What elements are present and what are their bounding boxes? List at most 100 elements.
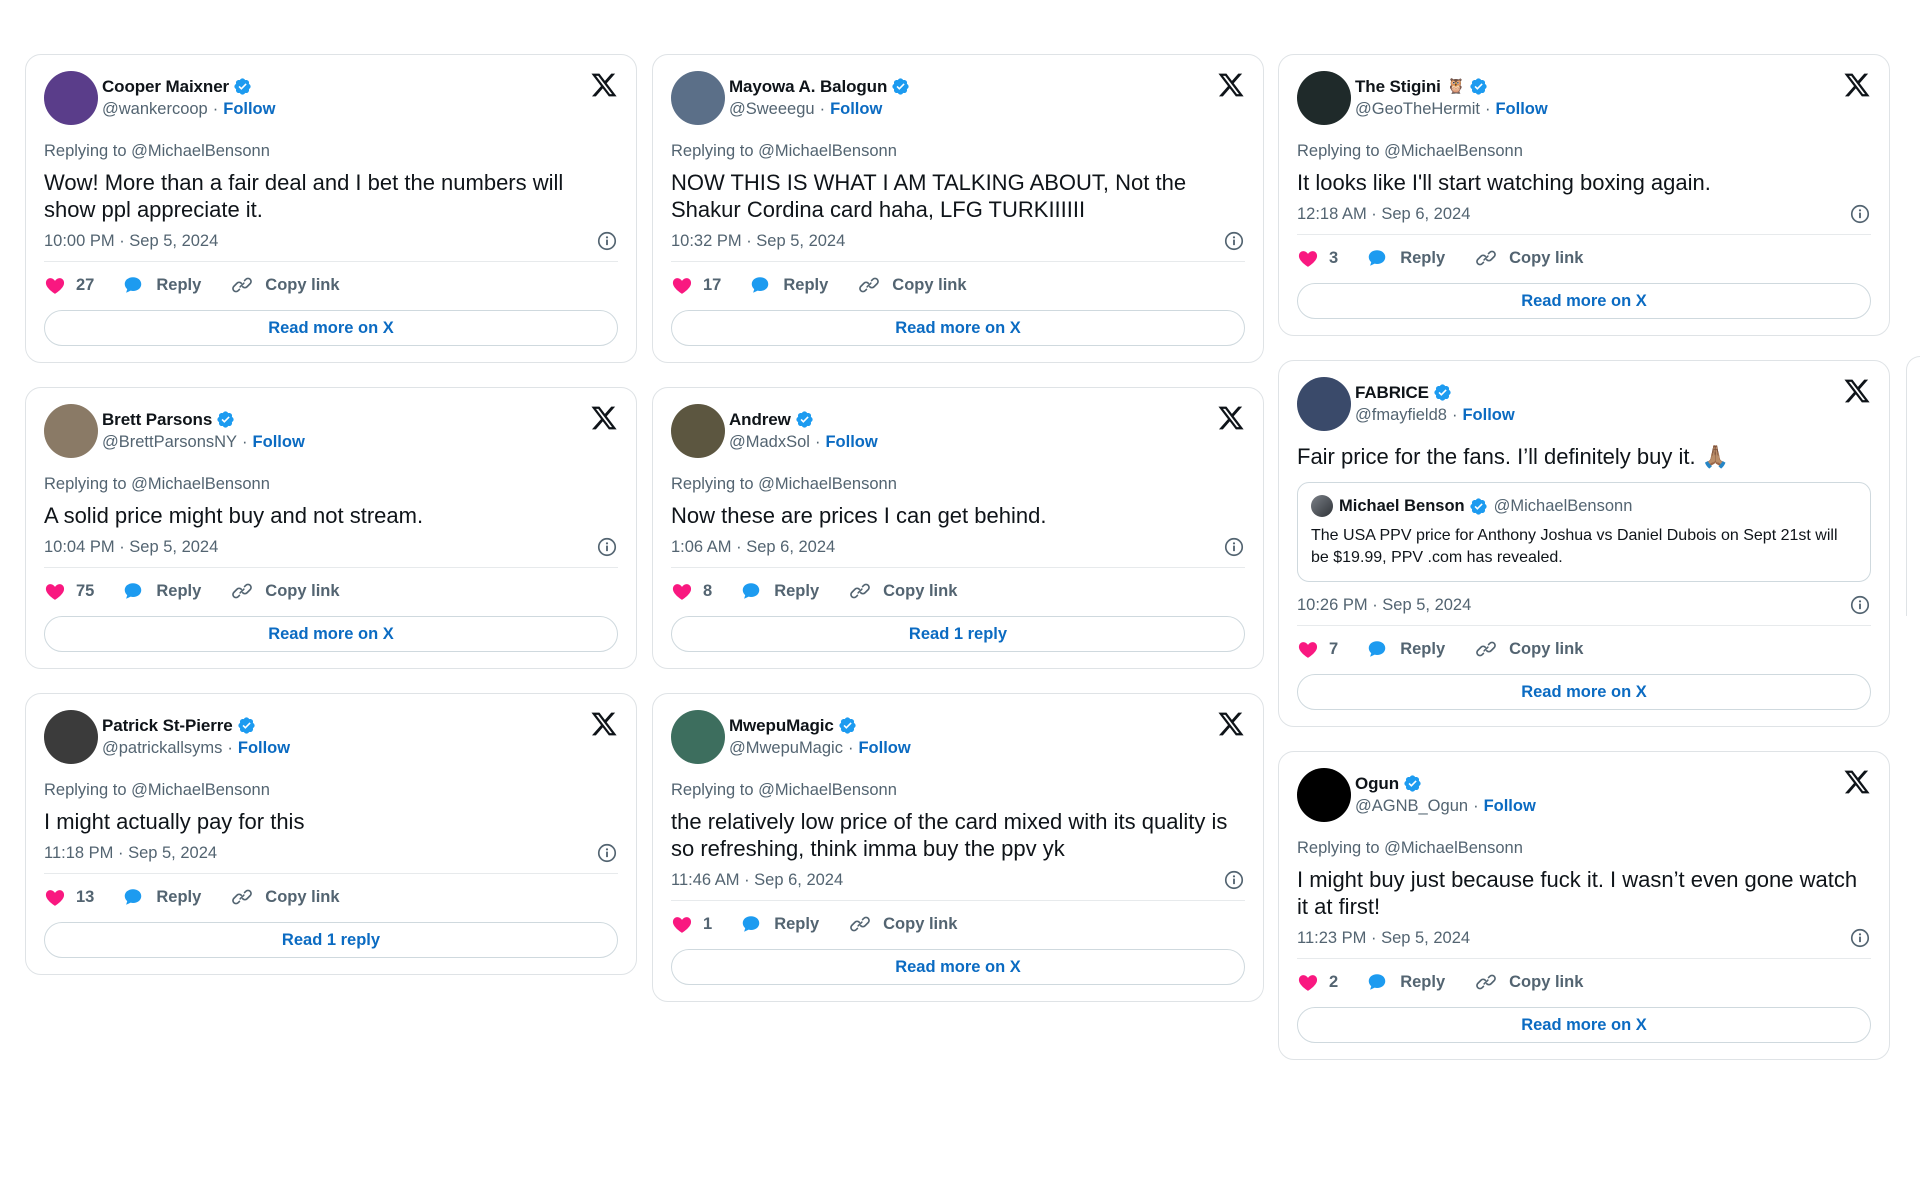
copy-link-button[interactable]: Copy link (1475, 638, 1583, 660)
x-logo-icon[interactable] (590, 710, 618, 738)
copy-link-button[interactable]: Copy link (1475, 971, 1583, 993)
tweet-card[interactable]: Patrick St-Pierre @patrickallsyms · Follow… (25, 693, 637, 975)
tweet-card[interactable]: Ogun @AGNB_Ogun · Follow Replying to @Mich… (1278, 751, 1890, 1060)
replying-to[interactable]: Replying to @MichaelBensonn (44, 780, 618, 800)
replying-to[interactable]: Replying to @MichaelBensonn (1297, 838, 1871, 858)
tweet-card[interactable]: Cooper Maixner @wankercoop · Follow Replyi… (25, 54, 637, 363)
author-name[interactable]: Andrew (729, 408, 791, 431)
author-name[interactable]: Cooper Maixner (102, 75, 229, 98)
x-logo-icon[interactable] (1217, 404, 1245, 432)
x-logo-icon[interactable] (590, 71, 618, 99)
x-logo-icon[interactable] (1843, 377, 1871, 405)
copy-link-button[interactable]: Copy link (1475, 247, 1583, 269)
author-handle[interactable]: @wankercoop (102, 100, 208, 118)
author-name[interactable]: Patrick St-Pierre (102, 714, 233, 737)
author-name[interactable]: Mayowa A. Balogun (729, 75, 887, 98)
author-name[interactable]: Ogun (1355, 772, 1399, 795)
tweet-timestamp[interactable]: 11:23 PM · Sep 5, 2024 (1297, 929, 1470, 948)
quoted-tweet[interactable]: Michael Benson @MichaelBensonn The USA PPV… (1297, 482, 1871, 582)
reply-button[interactable]: Reply (1366, 971, 1445, 993)
like-button[interactable]: 13 (44, 886, 94, 908)
read-more-button[interactable]: Read 1 reply (44, 922, 618, 958)
info-icon[interactable] (1223, 536, 1245, 558)
follow-link[interactable]: Follow (238, 739, 290, 757)
tweet-timestamp[interactable]: 11:46 AM · Sep 6, 2024 (671, 871, 843, 890)
author-handle[interactable]: @fmayfield8 (1355, 406, 1447, 424)
follow-link[interactable]: Follow (1495, 100, 1547, 118)
avatar[interactable] (1297, 768, 1351, 822)
info-icon[interactable] (1849, 594, 1871, 616)
copy-link-button[interactable]: Copy link (231, 580, 340, 602)
read-more-button[interactable]: Read more on X (1297, 674, 1871, 710)
follow-link[interactable]: Follow (830, 100, 882, 118)
replying-to[interactable]: Replying to @MichaelBensonn (671, 780, 1245, 800)
reply-button[interactable]: Reply (740, 580, 819, 602)
tweet-timestamp[interactable]: 11:18 PM · Sep 5, 2024 (44, 844, 217, 863)
read-more-button[interactable]: Read more on X (671, 949, 1245, 985)
copy-link-button[interactable]: Copy link (231, 886, 340, 908)
tweet-card[interactable]: Mayowa A. Balogun @Sweeegu · Follow Replyi… (652, 54, 1264, 363)
read-more-button[interactable]: Read 1 reply (671, 616, 1245, 652)
follow-link[interactable]: Follow (825, 433, 877, 451)
reply-button[interactable]: Reply (122, 274, 201, 296)
tweet-timestamp[interactable]: 1:06 AM · Sep 6, 2024 (671, 538, 835, 557)
read-more-button[interactable]: Read more on X (44, 616, 618, 652)
x-logo-icon[interactable] (1843, 768, 1871, 796)
author-handle[interactable]: @Sweeegu (729, 100, 815, 118)
like-button[interactable]: 17 (671, 274, 721, 296)
like-button[interactable]: 7 (1297, 638, 1338, 660)
tweet-card[interactable]: Andrew @MadxSol · Follow Replying to @Mich… (652, 387, 1264, 669)
copy-link-button[interactable]: Copy link (849, 913, 957, 935)
tweet-card[interactable]: The Stigini 🦉 @GeoTheHermit · Follow Reply… (1278, 54, 1890, 336)
avatar[interactable] (44, 404, 98, 458)
info-icon[interactable] (596, 230, 618, 252)
avatar[interactable] (671, 710, 725, 764)
x-logo-icon[interactable] (1217, 710, 1245, 738)
avatar[interactable] (1297, 71, 1351, 125)
reply-button[interactable]: Reply (1366, 638, 1445, 660)
like-button[interactable]: 75 (44, 580, 94, 602)
replying-to[interactable]: Replying to @MichaelBensonn (44, 141, 618, 161)
tweet-timestamp[interactable]: 10:04 PM · Sep 5, 2024 (44, 538, 218, 557)
avatar[interactable] (44, 71, 98, 125)
replying-to[interactable]: Replying to @MichaelBensonn (671, 474, 1245, 494)
x-logo-icon[interactable] (1217, 71, 1245, 99)
info-icon[interactable] (596, 842, 618, 864)
avatar[interactable] (1297, 377, 1351, 431)
tweet-card[interactable]: FABRICE @fmayfield8 · Follow Fair price fo… (1278, 360, 1890, 727)
author-handle[interactable]: @GeoTheHermit (1355, 100, 1480, 118)
tweet-timestamp[interactable]: 12:18 AM · Sep 6, 2024 (1297, 205, 1470, 224)
read-more-button[interactable]: Read more on X (671, 310, 1245, 346)
tweet-timestamp[interactable]: 10:32 PM · Sep 5, 2024 (671, 232, 845, 251)
like-button[interactable]: 2 (1297, 971, 1338, 993)
reply-button[interactable]: Reply (749, 274, 828, 296)
tweet-timestamp[interactable]: 10:26 PM · Sep 5, 2024 (1297, 596, 1471, 615)
x-logo-icon[interactable] (590, 404, 618, 432)
author-name[interactable]: The Stigini (1355, 75, 1441, 98)
x-logo-icon[interactable] (1843, 71, 1871, 99)
info-icon[interactable] (596, 536, 618, 558)
replying-to[interactable]: Replying to @MichaelBensonn (671, 141, 1245, 161)
avatar[interactable] (671, 71, 725, 125)
read-more-button[interactable]: Read more on X (44, 310, 618, 346)
author-handle[interactable]: @BrettParsonsNY (102, 433, 237, 451)
copy-link-button[interactable]: Copy link (849, 580, 957, 602)
author-handle[interactable]: @patrickallsyms (102, 739, 222, 757)
like-button[interactable]: 27 (44, 274, 94, 296)
author-handle[interactable]: @MadxSol (729, 433, 810, 451)
tweet-card[interactable]: Brett Parsons @BrettParsonsNY · Follow Rep… (25, 387, 637, 669)
tweet-timestamp[interactable]: 10:00 PM · Sep 5, 2024 (44, 232, 218, 251)
like-button[interactable]: 1 (671, 913, 712, 935)
read-more-button[interactable]: Read more on X (1297, 283, 1871, 319)
info-icon[interactable] (1223, 869, 1245, 891)
avatar[interactable] (671, 404, 725, 458)
author-name[interactable]: MwepuMagic (729, 714, 834, 737)
follow-link[interactable]: Follow (1484, 797, 1536, 815)
avatar[interactable] (44, 710, 98, 764)
like-button[interactable]: 3 (1297, 247, 1338, 269)
follow-link[interactable]: Follow (1462, 406, 1514, 424)
reply-button[interactable]: Reply (740, 913, 819, 935)
follow-link[interactable]: Follow (858, 739, 910, 757)
author-handle[interactable]: @MwepuMagic (729, 739, 843, 757)
reply-button[interactable]: Reply (1366, 247, 1445, 269)
